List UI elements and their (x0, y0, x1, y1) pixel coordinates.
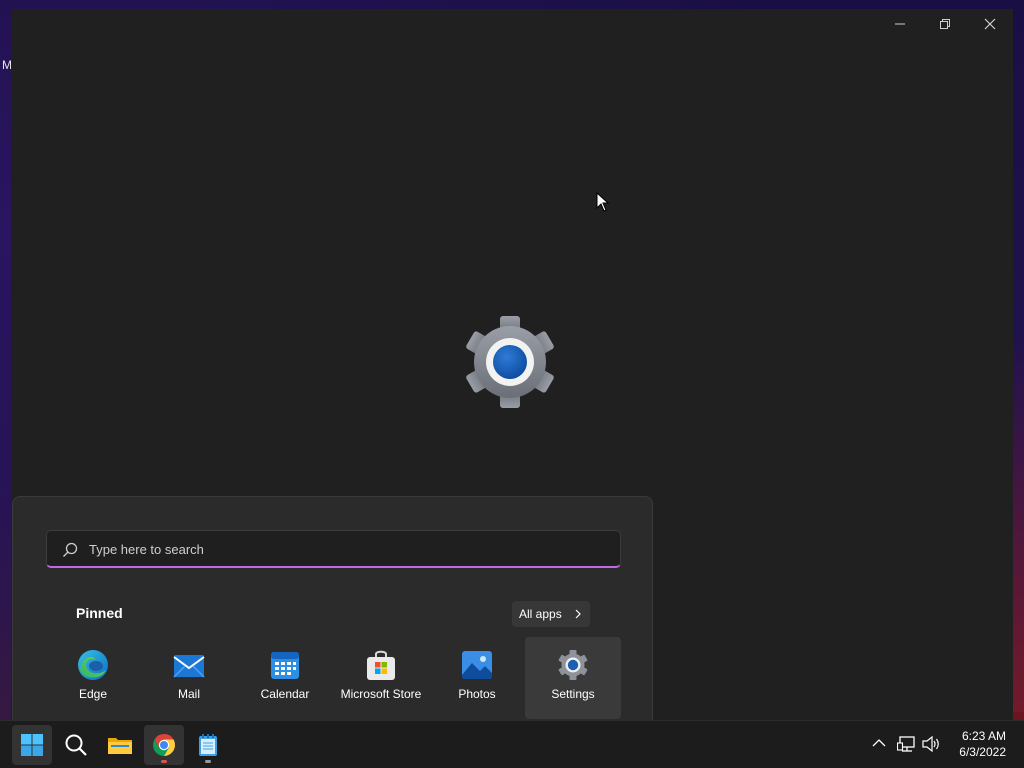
mouse-cursor-icon (596, 192, 610, 212)
network-icon[interactable] (897, 735, 917, 753)
edge-icon (78, 650, 108, 680)
taskbar-file-explorer[interactable] (100, 725, 140, 765)
file-explorer-icon (108, 738, 132, 754)
restore-button[interactable] (923, 9, 967, 39)
settings-icon (558, 650, 588, 680)
system-clock[interactable]: 6:23 AM 6/3/2022 (959, 728, 1006, 760)
running-indicator (205, 760, 211, 763)
pinned-app-label: Mail (177, 687, 200, 701)
restore-icon (940, 19, 950, 29)
taskbar-notepad[interactable] (188, 725, 228, 765)
pinned-app-edge[interactable]: Edge (45, 637, 141, 719)
pinned-app-label: Photos (458, 687, 496, 701)
search-box[interactable] (46, 530, 621, 568)
search-icon (63, 542, 78, 557)
taskbar-search-button[interactable] (56, 725, 96, 765)
taskbar: 6:23 AM 6/3/2022 (0, 720, 1024, 768)
chevron-right-icon (575, 609, 581, 619)
chrome-icon (153, 734, 175, 756)
store-icon (367, 650, 395, 680)
volume-icon[interactable] (921, 735, 941, 753)
notepad-icon (199, 734, 217, 756)
close-button[interactable] (968, 9, 1012, 39)
settings-gear-icon (466, 316, 554, 408)
pinned-app-photos[interactable]: Photos (429, 637, 525, 719)
close-icon (984, 18, 996, 30)
start-button[interactable] (12, 725, 52, 765)
photos-icon (462, 651, 492, 679)
pinned-app-settings[interactable]: Settings (525, 637, 621, 719)
all-apps-label: All apps (519, 607, 562, 621)
all-apps-button[interactable]: All apps (512, 601, 590, 627)
chevron-up-icon[interactable] (872, 735, 886, 751)
minimize-button[interactable] (878, 9, 922, 39)
running-indicator (161, 760, 167, 763)
pinned-app-microsoft-store[interactable]: Microsoft Store (333, 637, 429, 719)
clock-date: 6/3/2022 (959, 745, 1006, 759)
search-icon (65, 734, 87, 756)
calendar-icon (271, 652, 299, 679)
mail-icon (173, 655, 205, 678)
pinned-app-calendar[interactable]: Calendar (237, 637, 333, 719)
pinned-app-label: Settings (551, 687, 595, 701)
pinned-app-label: Calendar (260, 687, 310, 701)
pinned-app-label: Microsoft Store (340, 687, 422, 701)
taskbar-chrome[interactable] (144, 725, 184, 765)
clock-time: 6:23 AM (961, 729, 1006, 743)
start-icon (21, 734, 43, 756)
start-menu: Pinned All apps Edge Mail (12, 496, 653, 736)
pinned-app-mail[interactable]: Mail (141, 637, 237, 719)
search-input[interactable] (89, 539, 589, 559)
minimize-icon (895, 23, 905, 25)
pinned-heading: Pinned (76, 605, 123, 621)
pinned-app-label: Edge (78, 687, 108, 701)
